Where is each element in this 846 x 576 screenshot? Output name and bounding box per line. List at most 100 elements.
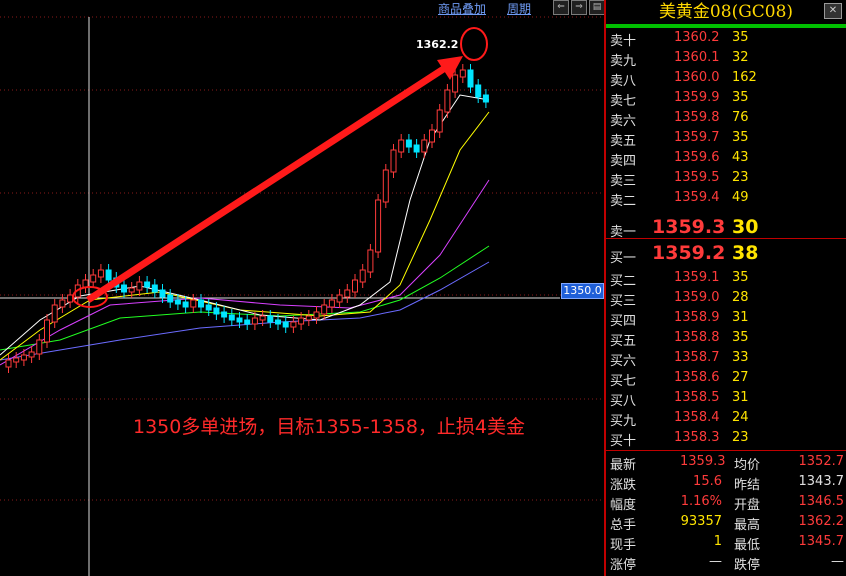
candle-body [36, 339, 43, 355]
level-label: 卖三 [610, 174, 637, 189]
bid-row[interactable]: 买九 1358.4 24 [606, 410, 846, 430]
crosshair-price-tag: 1350.0 [561, 283, 604, 299]
stat-prevsettle-label: 昨结 [734, 478, 761, 493]
peak-price-label: 1362.2 [416, 38, 459, 51]
candle-body [359, 269, 366, 283]
level-label: 买十 [610, 434, 637, 449]
level-label: 买三 [610, 294, 637, 309]
bid-row[interactable]: 买六 1358.7 33 [606, 350, 846, 370]
candle-body [344, 289, 351, 298]
ask-row[interactable]: 卖六 1359.8 76 [606, 110, 846, 130]
level-price: 1359.8 [674, 110, 720, 125]
overlay-products-link[interactable]: 商品叠加 [438, 0, 486, 17]
level-price: 1358.9 [674, 310, 720, 325]
stat-limitdown-value: — [831, 554, 844, 569]
candle-body [290, 321, 297, 328]
level-price: 1358.5 [674, 390, 720, 405]
level-label: 买八 [610, 394, 637, 409]
candle-body [82, 279, 89, 288]
ask-row[interactable]: 卖十 1360.2 35 [606, 30, 846, 50]
stat-change-value: 15.6 [693, 474, 722, 489]
candle-body [213, 307, 220, 315]
stat-range-label: 幅度 [610, 498, 637, 513]
candle-body [105, 269, 112, 281]
level-price: 1359.1 [674, 270, 720, 285]
level-label: 卖十 [610, 34, 637, 49]
candle-body [59, 299, 66, 308]
zoom-icon[interactable]: ▤ [589, 0, 605, 15]
level-price: 1358.6 [674, 370, 720, 385]
bid-row[interactable]: 买七 1358.6 27 [606, 370, 846, 390]
trade-annotation: 1350多单进场，目标1355-1358，止损4美金 [133, 416, 526, 438]
candle-body [151, 284, 158, 293]
stat-total-value: 93357 [680, 514, 722, 529]
kline-chart-svg[interactable] [0, 0, 604, 576]
level-label: 买九 [610, 414, 637, 429]
scroll-left-icon[interactable]: ⇐ [553, 0, 569, 15]
candle-body [352, 279, 358, 293]
bid-row[interactable]: 买十 1358.3 23 [606, 430, 846, 450]
level-price: 1360.2 [674, 30, 720, 45]
divider [606, 450, 846, 451]
bid-row[interactable]: 买八 1358.5 31 [606, 390, 846, 410]
candle-body [13, 357, 20, 363]
candle-body [236, 317, 243, 323]
ask-row[interactable]: 卖二 1359.4 49 [606, 190, 846, 210]
ask-row[interactable]: 卖四 1359.6 43 [606, 150, 846, 170]
level-price: 1359.2 [652, 242, 726, 264]
level-volume: 35 [732, 90, 749, 105]
kline-chart-area[interactable]: 商品叠加 周期 ⇐ ⇒ ▤ 1362.2 1350.0 1350多单进场，目标1… [0, 0, 605, 576]
level-volume: 49 [732, 190, 749, 205]
bid-row[interactable]: 买一 1359.2 38 [606, 242, 846, 268]
stat-open-value: 1346.5 [798, 494, 845, 509]
candle-body [382, 169, 389, 203]
level-price: 1358.4 [674, 410, 720, 425]
ma20-line [0, 179, 490, 366]
level-volume: 43 [732, 150, 749, 165]
level-label: 卖四 [610, 154, 637, 169]
bid-row[interactable]: 买二 1359.1 35 [606, 270, 846, 290]
candle-body [421, 139, 428, 153]
bid-row[interactable]: 买五 1358.8 35 [606, 330, 846, 350]
candle-body [367, 249, 374, 273]
candle-body [282, 321, 289, 328]
ask-row[interactable]: 卖八 1360.0 162 [606, 70, 846, 90]
level-volume: 33 [732, 350, 749, 365]
candle-body [336, 294, 343, 303]
level-price: 1360.0 [674, 70, 720, 85]
level-label: 买六 [610, 354, 637, 369]
ask-row[interactable]: 卖三 1359.5 23 [606, 170, 846, 190]
quote-panel: 美黄金08(GC08) ✕ 卖十 1360.2 35 卖九 1360.1 32 卖八 1360… [604, 0, 846, 576]
candle-body [259, 315, 266, 321]
level-volume: 162 [732, 70, 757, 85]
candle-body [221, 311, 228, 318]
level-price: 1359.0 [674, 290, 720, 305]
level-volume: 28 [732, 290, 749, 305]
candle-body [328, 299, 335, 308]
level-price: 1359.3 [652, 216, 726, 238]
ask-row[interactable]: 卖七 1359.9 35 [606, 90, 846, 110]
bid-row[interactable]: 买四 1358.9 31 [606, 310, 846, 330]
candle-body [121, 284, 127, 293]
candle-body [159, 289, 166, 298]
bid-row[interactable]: 买三 1359.0 28 [606, 290, 846, 310]
level-price: 1358.8 [674, 330, 720, 345]
ask-row[interactable]: 卖九 1360.1 32 [606, 50, 846, 70]
level-volume: 35 [732, 270, 749, 285]
ask-row[interactable]: 卖五 1359.7 35 [606, 130, 846, 150]
panel-accent-bar [606, 24, 846, 28]
stat-high-label: 最高 [734, 518, 761, 533]
level-label: 买五 [610, 334, 637, 349]
stat-high-value: 1362.2 [798, 514, 845, 529]
level-label: 买七 [610, 374, 637, 389]
candle-body [44, 319, 50, 343]
stat-latest-value: 1359.3 [680, 454, 726, 469]
candle-body [190, 299, 197, 308]
level-label: 买二 [610, 274, 637, 289]
scroll-right-icon[interactable]: ⇒ [571, 0, 587, 15]
level-label: 卖八 [610, 74, 637, 89]
period-link[interactable]: 周期 [507, 0, 531, 17]
stat-limitdown-label: 跌停 [734, 558, 761, 573]
close-icon[interactable]: ✕ [824, 3, 842, 19]
level-label: 买四 [610, 314, 637, 329]
